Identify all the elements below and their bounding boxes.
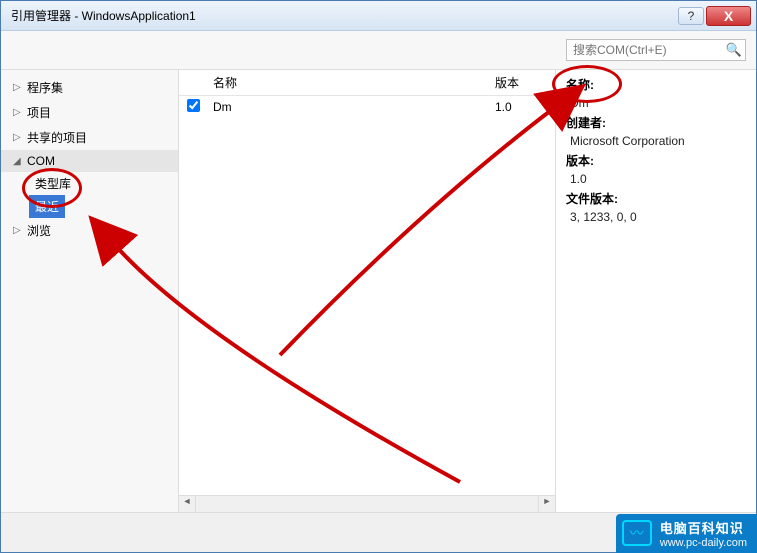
watermark-title: 电脑百科知识: [660, 518, 744, 537]
sidebar-item-label: 程序集: [27, 79, 63, 96]
sidebar-item-assemblies[interactable]: ▷ 程序集: [1, 75, 178, 100]
sidebar-subitem-recent[interactable]: 最近: [29, 195, 65, 218]
chevron-right-icon: ▷: [13, 82, 23, 93]
scroll-left-icon[interactable]: ◄: [179, 496, 196, 512]
row-name: Dm: [209, 100, 495, 114]
chevron-down-icon: ◢: [13, 156, 23, 167]
body: 🔍 ▷ 程序集 ▷ 项目 ▷ 共享的项目 ◢ COM: [1, 31, 756, 552]
main-area: ▷ 程序集 ▷ 项目 ▷ 共享的项目 ◢ COM 类型库 最近: [1, 69, 756, 512]
details-name-label: 名称:: [566, 76, 746, 94]
sidebar-item-label: COM: [27, 154, 55, 168]
sidebar-item-label: 共享的项目: [27, 129, 87, 146]
close-button[interactable]: X: [706, 6, 751, 26]
com-sub-tree: 类型库 最近: [1, 172, 178, 218]
col-header-name[interactable]: 名称: [209, 74, 495, 91]
sidebar-item-shared-projects[interactable]: ▷ 共享的项目: [1, 125, 178, 150]
sidebar-subitem-typelib[interactable]: 类型库: [29, 172, 178, 195]
help-button[interactable]: ?: [678, 7, 704, 25]
list-panel: 名称 版本 Dm 1.0 ◄ ►: [179, 70, 556, 512]
search-input[interactable]: [566, 39, 746, 61]
search-wrap: 🔍: [566, 39, 746, 61]
details-creator-value: Microsoft Corporation: [566, 132, 746, 150]
details-creator-label: 创建者:: [566, 114, 746, 132]
scroll-track[interactable]: [196, 496, 538, 512]
list-header: 名称 版本: [179, 70, 555, 96]
sidebar-item-projects[interactable]: ▷ 项目: [1, 100, 178, 125]
chevron-right-icon: ▷: [13, 225, 23, 236]
details-panel: 名称: Dm 创建者: Microsoft Corporation 版本: 1.…: [556, 70, 756, 512]
sidebar-item-label: 项目: [27, 104, 51, 121]
chevron-right-icon: ▷: [13, 107, 23, 118]
row-checkbox[interactable]: [187, 99, 200, 112]
row-version: 1.0: [495, 100, 555, 114]
details-version-value: 1.0: [566, 170, 746, 188]
details-filever-label: 文件版本:: [566, 190, 746, 208]
monitor-icon: [622, 520, 652, 546]
watermark-url: www.pc-daily.com: [660, 537, 747, 549]
sidebar-item-label: 浏览: [27, 222, 51, 239]
scroll-right-icon[interactable]: ►: [538, 496, 555, 512]
watermark: 电脑百科知识 www.pc-daily.com: [616, 514, 757, 553]
horizontal-scrollbar[interactable]: ◄ ►: [179, 495, 555, 512]
list-row[interactable]: Dm 1.0: [179, 96, 555, 118]
col-header-version[interactable]: 版本: [495, 74, 555, 91]
details-filever-value: 3, 1233, 0, 0: [566, 208, 746, 226]
sidebar-item-com[interactable]: ◢ COM: [1, 150, 178, 172]
sidebar: ▷ 程序集 ▷ 项目 ▷ 共享的项目 ◢ COM 类型库 最近: [1, 70, 179, 512]
sidebar-item-browse[interactable]: ▷ 浏览: [1, 218, 178, 243]
chevron-right-icon: ▷: [13, 132, 23, 143]
searchbar: 🔍: [1, 31, 756, 69]
search-icon[interactable]: 🔍: [726, 42, 742, 58]
titlebar[interactable]: 引用管理器 - WindowsApplication1 ? X: [1, 1, 756, 31]
details-name-value: Dm: [566, 94, 746, 112]
reference-manager-window: 引用管理器 - WindowsApplication1 ? X 🔍 ▷ 程序集 …: [0, 0, 757, 553]
details-version-label: 版本:: [566, 152, 746, 170]
window-title: 引用管理器 - WindowsApplication1: [6, 7, 676, 24]
